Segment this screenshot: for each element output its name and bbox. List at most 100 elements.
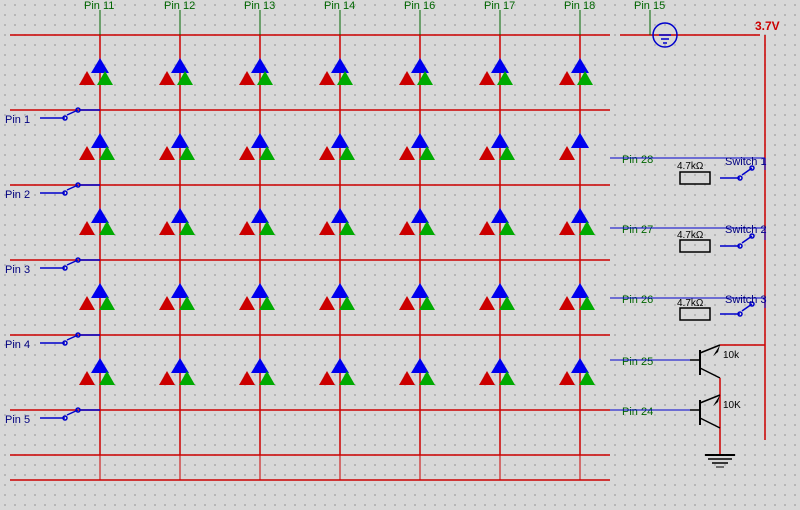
pin17-label: Pin 17 <box>484 0 515 12</box>
led-blue <box>411 208 429 223</box>
switch3-label: Switch 3 <box>725 294 767 306</box>
pin2-label: Pin 2 <box>5 189 30 201</box>
led-red <box>319 221 335 235</box>
led-blue <box>491 58 509 73</box>
led-green <box>499 371 515 385</box>
led-blue <box>91 133 109 148</box>
led-red <box>399 221 415 235</box>
led-red <box>159 71 175 85</box>
circuit-canvas: Pin 11 Pin 12 Pin 13 Pin 14 Pin 16 Pin 1… <box>0 0 800 510</box>
led-red <box>159 146 175 160</box>
led-red <box>479 221 495 235</box>
led-red <box>479 296 495 310</box>
pin15-label: Pin 15 <box>634 0 665 12</box>
led-green <box>339 146 355 160</box>
led-blue <box>251 58 269 73</box>
led-green <box>419 371 435 385</box>
led-blue <box>91 58 109 73</box>
led-red <box>559 221 575 235</box>
led-green <box>99 146 115 160</box>
led-blue <box>91 283 109 298</box>
led-red <box>239 296 255 310</box>
led-blue <box>171 208 189 223</box>
led-red <box>159 371 175 385</box>
led-red <box>399 146 415 160</box>
led-green <box>499 296 515 310</box>
led-red <box>559 146 575 160</box>
led-red <box>159 221 175 235</box>
led-blue <box>331 208 349 223</box>
led-green <box>179 371 195 385</box>
led-green <box>99 296 115 310</box>
led-red <box>79 221 95 235</box>
led-red <box>239 71 255 85</box>
resistor3-label: 4.7kΩ <box>677 298 704 309</box>
led-blue <box>491 133 509 148</box>
led-green <box>99 221 115 235</box>
led-green <box>259 221 275 235</box>
led-green <box>259 371 275 385</box>
led-red <box>399 371 415 385</box>
led-blue <box>571 58 589 73</box>
led-green <box>179 296 195 310</box>
pin27-label: Pin 27 <box>622 224 653 236</box>
led-blue <box>571 283 589 298</box>
led-red <box>559 371 575 385</box>
led-green <box>579 221 595 235</box>
led-blue <box>171 358 189 373</box>
pin4-label: Pin 4 <box>5 339 30 351</box>
led-blue <box>251 358 269 373</box>
resistor1-label: 4.7kΩ <box>677 161 704 172</box>
led-red <box>79 146 95 160</box>
led-green <box>179 146 195 160</box>
led-blue <box>411 283 429 298</box>
led-blue <box>331 358 349 373</box>
led-blue <box>331 283 349 298</box>
led-blue <box>411 58 429 73</box>
led-red <box>479 146 495 160</box>
led-green <box>499 146 515 160</box>
led-red <box>319 371 335 385</box>
led-red <box>479 71 495 85</box>
led-green <box>339 296 355 310</box>
led-green <box>579 296 595 310</box>
pin13-label: Pin 13 <box>244 0 275 12</box>
led-blue <box>91 208 109 223</box>
led-green <box>499 221 515 235</box>
pin28-label: Pin 28 <box>622 154 653 166</box>
led-red <box>319 146 335 160</box>
led-red <box>79 71 95 85</box>
led-blue <box>331 58 349 73</box>
led-blue <box>171 133 189 148</box>
led-green <box>579 371 595 385</box>
switch2-label: Switch 2 <box>725 224 767 236</box>
led-green <box>339 221 355 235</box>
led-green <box>339 371 355 385</box>
resistor2-label: 4.7kΩ <box>677 230 704 241</box>
led-blue <box>251 133 269 148</box>
transistor1-label: 10k <box>723 350 740 361</box>
led-red <box>479 371 495 385</box>
led-green <box>259 146 275 160</box>
led-blue <box>491 208 509 223</box>
pin18-label: Pin 18 <box>564 0 595 12</box>
led-blue <box>91 358 109 373</box>
pin24-label: Pin 24 <box>622 406 653 418</box>
led-blue <box>491 283 509 298</box>
led-red <box>319 296 335 310</box>
led-red <box>319 71 335 85</box>
pin26-label: Pin 26 <box>622 294 653 306</box>
pin16-label: Pin 16 <box>404 0 435 12</box>
pin11-label: Pin 11 <box>84 0 114 12</box>
led-green <box>99 371 115 385</box>
led-blue <box>171 58 189 73</box>
led-green <box>419 146 435 160</box>
led-blue <box>411 358 429 373</box>
pin14-label: Pin 14 <box>324 0 355 12</box>
led-red <box>559 71 575 85</box>
pin25-label: Pin 25 <box>622 356 653 368</box>
led-blue <box>571 208 589 223</box>
led-blue <box>251 208 269 223</box>
led-green <box>259 296 275 310</box>
led-blue <box>411 133 429 148</box>
